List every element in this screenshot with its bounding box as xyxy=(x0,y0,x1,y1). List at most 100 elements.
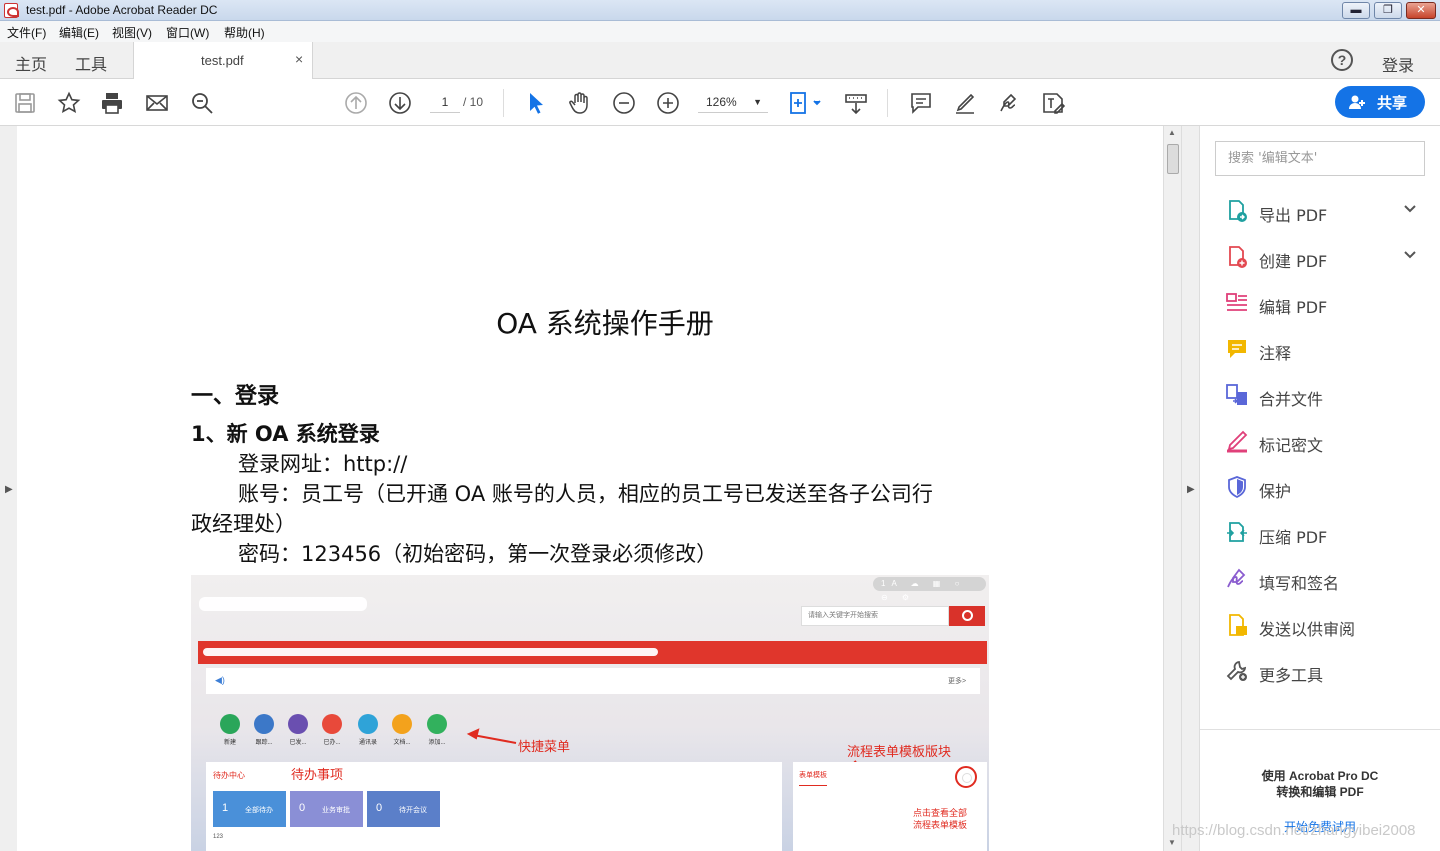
email-icon[interactable] xyxy=(145,91,169,115)
menu-help[interactable]: 帮助(H) xyxy=(224,24,265,41)
sign-icon[interactable] xyxy=(997,91,1021,115)
page-number-input[interactable]: 1 xyxy=(430,91,460,113)
right-panel-toggle[interactable]: ▶ xyxy=(1181,126,1200,851)
share-button-label: 共享 xyxy=(1377,95,1408,112)
send-review-icon xyxy=(1225,613,1249,637)
document-tab-label: test.pdf xyxy=(201,53,244,68)
tools-search-input[interactable]: 搜索 '编辑文本' xyxy=(1215,141,1425,176)
save-icon[interactable] xyxy=(13,91,37,115)
chevron-down-icon[interactable] xyxy=(1402,201,1418,217)
menu-edit[interactable]: 编辑(E) xyxy=(59,24,99,41)
fit-page-icon[interactable] xyxy=(788,91,824,115)
tool-redact[interactable]: 标记密文 xyxy=(1200,421,1440,461)
zoom-out-icon[interactable] xyxy=(612,91,636,115)
tab-home[interactable]: 主页 xyxy=(15,51,47,75)
window-title: test.pdf - Adobe Acrobat Reader DC xyxy=(26,3,218,17)
export-pdf-icon xyxy=(1225,199,1249,223)
document-viewer[interactable]: ▶ OA 系统操作手册 一、登录 1、新 OA 系统登录 登录网址：http:/… xyxy=(0,126,1181,851)
menu-window[interactable]: 窗口(W) xyxy=(166,24,209,41)
oa-todo-title: 待办中心 xyxy=(213,771,245,780)
tool-create-pdf[interactable]: 创建 PDF xyxy=(1200,237,1440,277)
zoom-level-value: 126% xyxy=(706,95,737,109)
tab-document[interactable]: test.pdf × xyxy=(133,42,313,79)
select-arrow-icon[interactable] xyxy=(524,91,548,115)
page-up-icon[interactable] xyxy=(344,91,368,115)
toolbar: 1 / 10 126% ▼ 共享 xyxy=(0,79,1440,126)
add-user-icon xyxy=(1349,95,1365,109)
chevron-down-icon: ▼ xyxy=(753,97,762,107)
acrobat-app-icon xyxy=(4,3,19,18)
chevron-down-icon[interactable] xyxy=(1402,247,1418,263)
annotation-quick-menu: 快捷菜单 xyxy=(518,739,571,754)
bookmark-star-icon[interactable] xyxy=(57,91,81,115)
scrollbar-thumb[interactable] xyxy=(1167,144,1179,174)
login-link[interactable]: 登录 xyxy=(1382,52,1414,76)
left-panel-toggle[interactable]: ▶ xyxy=(0,126,17,851)
help-icon[interactable]: ? xyxy=(1331,49,1353,71)
tool-label: 编辑 PDF xyxy=(1259,298,1328,317)
menu-view[interactable]: 视图(V) xyxy=(112,24,152,41)
zoom-level-select[interactable]: 126% ▼ xyxy=(698,91,768,113)
oa-footer-number: 123 xyxy=(213,834,224,840)
close-window-button[interactable]: ✕ xyxy=(1406,2,1436,19)
title-bar: test.pdf - Adobe Acrobat Reader DC ▬ ❐ ✕ xyxy=(0,0,1440,21)
scroll-down-icon[interactable]: ▼ xyxy=(1168,838,1176,847)
tool-label: 注释 xyxy=(1259,344,1292,363)
share-button[interactable]: 共享 xyxy=(1335,86,1425,118)
page-total: / 10 xyxy=(463,95,484,109)
tool-edit-pdf[interactable]: 编辑 PDF xyxy=(1200,283,1440,323)
tools-panel: 搜索 '编辑文本' 导出 PDF 创建 PDF 编辑 PDF 注释合并文件标记密文保护… xyxy=(1200,126,1440,851)
menu-bar: 文件(F) 编辑(E) 视图(V) 窗口(W) 帮助(H) xyxy=(0,21,1440,42)
menu-file[interactable]: 文件(F) xyxy=(7,24,46,41)
expand-left-icon: ▶ xyxy=(5,484,13,495)
tool-compress-pdf[interactable]: 压缩 PDF xyxy=(1200,513,1440,553)
oa-tile: 0 业务审批 xyxy=(290,791,363,827)
tab-bar: 主页 工具 test.pdf × ? 登录 xyxy=(0,42,1440,79)
edit-pdf-icon xyxy=(1225,291,1249,315)
comment-icon xyxy=(1225,337,1249,361)
tool-label: 创建 PDF xyxy=(1259,252,1328,271)
close-tab-icon[interactable]: × xyxy=(295,51,303,67)
tool-label: 导出 PDF xyxy=(1259,206,1328,225)
minimize-button[interactable]: ▬ xyxy=(1342,2,1370,19)
compress-pdf-icon xyxy=(1225,521,1249,545)
annotation-view-all: 点击查看全部 流程表单模板 xyxy=(913,808,968,830)
restore-button[interactable]: ❐ xyxy=(1374,2,1402,19)
watermark: https://blog.csdn.net/zhangyibei2008 xyxy=(1172,822,1416,839)
pdf-page: OA 系统操作手册 一、登录 1、新 OA 系统登录 登录网址：http:// … xyxy=(17,126,1163,851)
search-zoom-icon[interactable] xyxy=(190,91,214,115)
tool-more-tools[interactable]: 更多工具 xyxy=(1200,651,1440,691)
hand-icon[interactable] xyxy=(568,91,592,115)
fill-sign-icon xyxy=(1225,567,1249,591)
tab-tools[interactable]: 工具 xyxy=(75,51,107,75)
tool-comment[interactable]: 注释 xyxy=(1200,329,1440,369)
scroll-mode-icon[interactable] xyxy=(844,91,868,115)
account-line: 账号：员工号（已开通 OA 账号的人员，相应的员工号已发送至各子公司行 xyxy=(238,482,933,506)
tool-label: 压缩 PDF xyxy=(1259,528,1328,547)
page-down-icon[interactable] xyxy=(388,91,412,115)
tool-fill-sign[interactable]: 填写和签名 xyxy=(1200,559,1440,599)
restore-icon: ❐ xyxy=(1383,4,1393,16)
tool-combine-files[interactable]: 合并文件 xyxy=(1200,375,1440,415)
tool-label: 填写和签名 xyxy=(1259,574,1340,593)
tool-export-pdf[interactable]: 导出 PDF xyxy=(1200,191,1440,231)
combine-files-icon xyxy=(1225,383,1249,407)
tool-label: 合并文件 xyxy=(1259,390,1324,409)
vertical-scrollbar[interactable]: ▲ ▼ xyxy=(1163,126,1181,851)
tool-label: 发送以供审阅 xyxy=(1259,620,1356,639)
tool-send-review[interactable]: 发送以供审阅 xyxy=(1200,605,1440,645)
zoom-in-icon[interactable] xyxy=(656,91,680,115)
annotation-todo: 待办事项 xyxy=(291,767,344,782)
create-pdf-icon xyxy=(1225,245,1249,269)
redact-icon xyxy=(1225,429,1249,453)
oa-template-title: 表单模板 xyxy=(799,770,827,786)
oa-view-all-icon xyxy=(955,766,977,788)
edit-text-icon[interactable] xyxy=(1041,91,1066,115)
tool-protect[interactable]: 保护 xyxy=(1200,467,1440,507)
comment-icon[interactable] xyxy=(909,91,933,115)
promo-line-1: 使用 Acrobat Pro DC xyxy=(1261,769,1379,783)
scroll-up-icon[interactable]: ▲ xyxy=(1168,128,1176,137)
annotation-form-templates: 流程表单模板版块 xyxy=(847,744,952,759)
highlight-icon[interactable] xyxy=(953,91,977,115)
print-icon[interactable] xyxy=(100,91,124,115)
